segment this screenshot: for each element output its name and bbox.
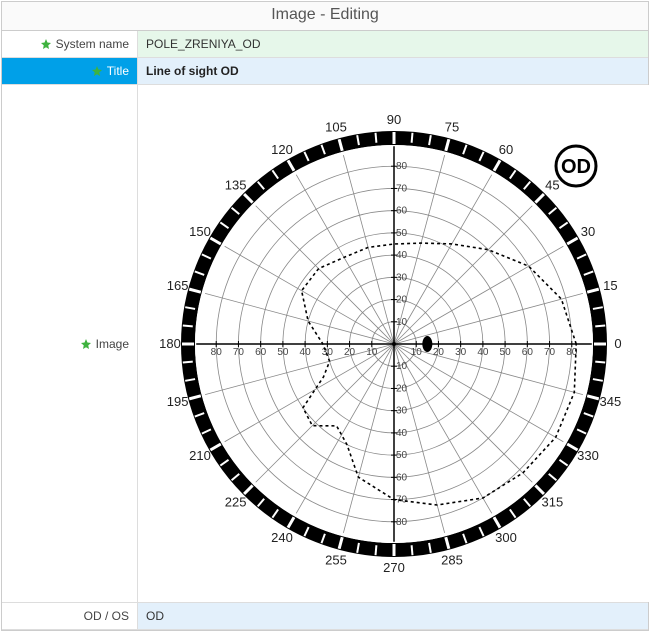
svg-text:30: 30 <box>581 224 595 239</box>
svg-text:255: 255 <box>325 552 347 567</box>
svg-text:135: 135 <box>225 177 247 192</box>
label-image-text: Image <box>96 337 129 351</box>
svg-text:80: 80 <box>211 347 223 358</box>
row-image: Image 1010202030304040505060607070808080… <box>2 85 648 603</box>
svg-text:105: 105 <box>325 119 347 134</box>
svg-text:300: 300 <box>495 529 517 544</box>
svg-text:50: 50 <box>500 347 512 358</box>
svg-text:70: 70 <box>396 183 408 194</box>
svg-text:40: 40 <box>396 427 408 438</box>
value-title[interactable]: Line of sight OD <box>137 58 648 84</box>
svg-text:80: 80 <box>396 161 408 172</box>
svg-text:15: 15 <box>603 278 617 293</box>
label-system-name-text: System name <box>56 37 129 51</box>
svg-text:60: 60 <box>499 142 513 157</box>
svg-text:80: 80 <box>396 516 408 527</box>
value-system-name[interactable]: POLE_ZRENIYA_OD <box>137 31 648 57</box>
svg-text:210: 210 <box>189 448 211 463</box>
value-image[interactable]: 1010202030304040505060607070808080706050… <box>137 85 650 602</box>
svg-text:10: 10 <box>396 361 408 372</box>
svg-text:20: 20 <box>396 383 408 394</box>
row-title: Title Line of sight OD <box>2 58 648 85</box>
image-preview: 1010202030304040505060607070808080706050… <box>144 91 644 596</box>
svg-text:45: 45 <box>545 177 559 192</box>
panel-title: Image - Editing <box>2 2 648 31</box>
label-image: Image <box>2 85 137 602</box>
svg-text:165: 165 <box>167 278 189 293</box>
svg-text:30: 30 <box>455 347 467 358</box>
star-icon <box>80 338 92 350</box>
svg-text:40: 40 <box>300 347 312 358</box>
svg-text:240: 240 <box>271 529 293 544</box>
star-icon <box>91 65 103 77</box>
svg-text:180: 180 <box>159 336 181 351</box>
svg-text:60: 60 <box>522 347 534 358</box>
svg-text:50: 50 <box>277 347 289 358</box>
label-odos-text: OD / OS <box>84 609 129 623</box>
svg-text:150: 150 <box>189 224 211 239</box>
row-system-name: System name POLE_ZRENIYA_OD <box>2 31 648 58</box>
svg-text:330: 330 <box>577 448 599 463</box>
star-icon <box>40 38 52 50</box>
svg-text:60: 60 <box>255 347 267 358</box>
svg-text:20: 20 <box>344 347 356 358</box>
svg-text:50: 50 <box>396 450 408 461</box>
svg-text:30: 30 <box>396 272 408 283</box>
svg-text:30: 30 <box>396 405 408 416</box>
svg-text:10: 10 <box>396 316 408 327</box>
svg-text:285: 285 <box>441 552 463 567</box>
label-system-name: System name <box>2 31 137 57</box>
svg-text:40: 40 <box>477 347 489 358</box>
svg-text:195: 195 <box>167 393 189 408</box>
svg-text:90: 90 <box>387 112 401 127</box>
svg-text:225: 225 <box>225 494 247 509</box>
svg-text:270: 270 <box>383 560 405 575</box>
svg-text:10: 10 <box>366 347 378 358</box>
label-title[interactable]: Title <box>2 58 137 84</box>
svg-text:120: 120 <box>271 142 293 157</box>
svg-text:20: 20 <box>396 294 408 305</box>
svg-text:315: 315 <box>542 494 564 509</box>
svg-text:75: 75 <box>445 119 459 134</box>
svg-text:20: 20 <box>433 347 445 358</box>
svg-text:0: 0 <box>614 336 621 351</box>
svg-text:70: 70 <box>544 347 556 358</box>
svg-text:50: 50 <box>396 227 408 238</box>
svg-text:345: 345 <box>600 393 622 408</box>
visual-field-chart: 1010202030304040505060607070808080706050… <box>144 94 644 594</box>
svg-text:40: 40 <box>396 250 408 261</box>
svg-text:10: 10 <box>411 347 423 358</box>
svg-text:60: 60 <box>396 472 408 483</box>
svg-text:60: 60 <box>396 205 408 216</box>
label-title-text: Title <box>107 64 129 78</box>
editor-panel: Image - Editing System name POLE_ZRENIYA… <box>1 1 649 631</box>
row-odos: OD / OS OD <box>2 603 648 630</box>
svg-text:OD: OD <box>561 156 591 178</box>
label-odos: OD / OS <box>2 603 137 629</box>
svg-text:70: 70 <box>233 347 245 358</box>
svg-text:30: 30 <box>322 347 334 358</box>
value-odos[interactable]: OD <box>137 603 648 629</box>
